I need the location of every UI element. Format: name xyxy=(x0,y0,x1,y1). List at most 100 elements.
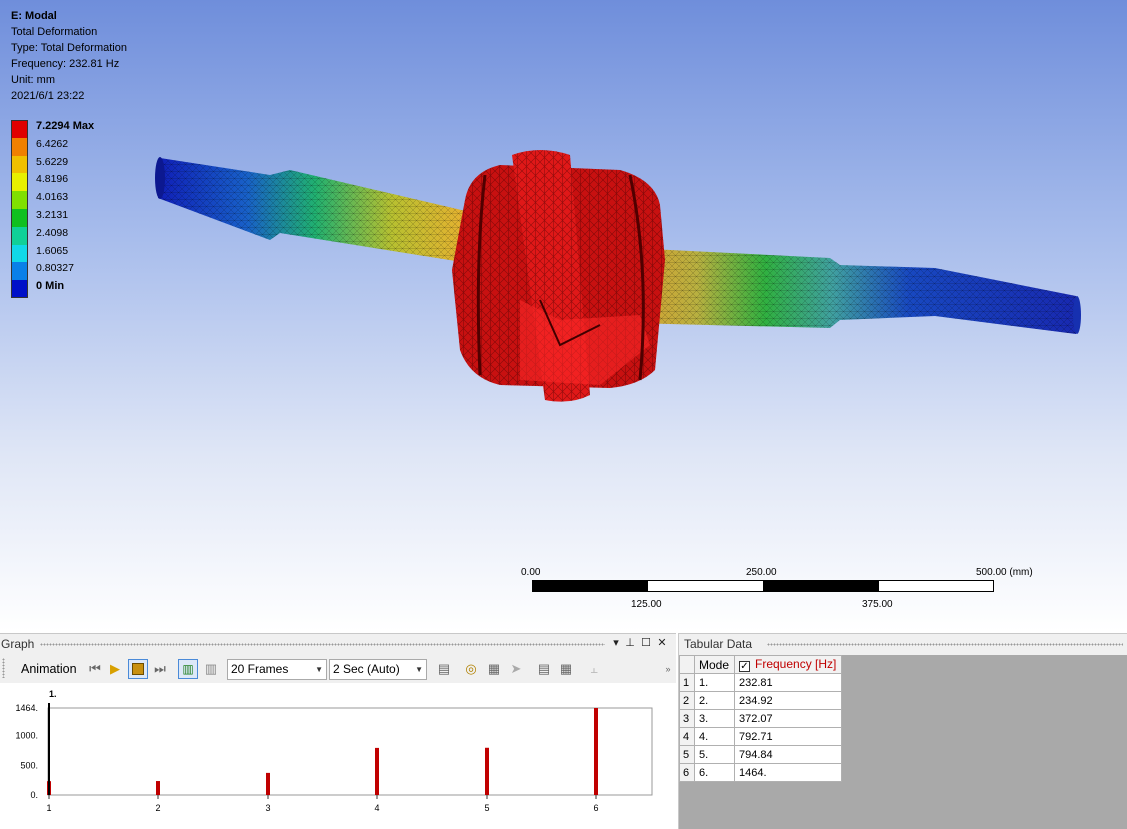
scale-label-0: 0.00 xyxy=(521,567,541,578)
plot-area xyxy=(47,707,653,796)
table-row[interactable]: 3 3. 372.07 xyxy=(679,709,842,728)
corner-cell[interactable] xyxy=(679,655,695,674)
fft-icon[interactable]: ⫠ xyxy=(586,661,602,677)
column-checkbox[interactable]: ✓ xyxy=(739,661,750,672)
frequency-cell[interactable]: 372.07 xyxy=(734,709,842,728)
toolbar-overflow-icon[interactable]: » xyxy=(660,661,676,677)
mode-frequency-chart[interactable]: 1464. 1000. 500. 0. 1 2 3 4 5 6 1. xyxy=(0,683,676,829)
legend-color-swatch xyxy=(11,137,28,156)
result-info: E: Modal Total Deformation Type: Total D… xyxy=(11,8,127,104)
export-video-icon[interactable]: ▤ xyxy=(436,661,452,677)
frequency-cell[interactable]: 232.81 xyxy=(734,673,842,692)
mode-cell[interactable]: 2. xyxy=(694,691,735,710)
result-frequency: Frequency: 232.81 Hz xyxy=(11,58,120,70)
frequency-table[interactable]: Mode ✓ Frequency [Hz] 1 1. 232.81 2 2. 234.92 3… xyxy=(679,655,842,782)
legend-value: 4.8196 xyxy=(36,173,69,186)
duration-select[interactable]: 2 Sec (Auto) ▼ xyxy=(329,659,427,680)
mode-cell[interactable]: 1. xyxy=(694,673,735,692)
mode-cell[interactable]: 4. xyxy=(694,727,735,746)
legend-value: 5.6229 xyxy=(36,155,69,168)
frequency-table-body: 1 1. 232.81 2 2. 234.92 3 3. 372.07 4 4. 792.71 5 5. 7… xyxy=(679,673,842,782)
tabular-panel-header: Tabular Data xyxy=(679,634,1127,654)
legend-value: 7.2294 Max xyxy=(36,120,95,132)
legend-value: 0 Min xyxy=(36,280,65,293)
mode-cell[interactable]: 5. xyxy=(694,745,735,764)
mode-cell[interactable]: 6. xyxy=(694,763,735,782)
toolbar-grip[interactable] xyxy=(2,658,5,678)
column-header-frequency-label: Frequency [Hz] xyxy=(755,657,837,671)
graph-panel-title: Graph xyxy=(1,637,35,651)
panel-grip[interactable] xyxy=(40,643,605,646)
tabular-data-area: Mode ✓ Frequency [Hz] 1 1. 232.81 2 2. 234.92 3… xyxy=(679,655,1127,829)
column-header-mode[interactable]: Mode xyxy=(694,655,735,674)
frames-select-value: 20 Frames xyxy=(231,662,289,676)
panel-grip[interactable] xyxy=(767,643,1123,646)
scale-label-500: 500.00 (mm) xyxy=(976,567,1033,578)
legend-color-swatch xyxy=(11,226,28,245)
y-tick-label: 0. xyxy=(30,790,38,800)
frequency-bar-chart[interactable]: 1464. 1000. 500. 0. 1 2 3 4 5 6 1. xyxy=(0,683,676,829)
graphics-viewport[interactable]: E: Modal Total Deformation Type: Total D… xyxy=(0,0,1127,631)
duration-select-value: 2 Sec (Auto) xyxy=(333,662,400,676)
legend-value: 6.4262 xyxy=(36,137,69,150)
select-mode-icon[interactable]: ▤ xyxy=(536,661,552,677)
frequency-cell[interactable]: 792.71 xyxy=(734,727,842,746)
chevron-down-icon: ▼ xyxy=(315,665,323,674)
y-tick-label: 1000. xyxy=(15,731,38,741)
legend-color-swatch xyxy=(11,155,28,174)
legend-color-swatch xyxy=(11,280,28,298)
table-row[interactable]: 1 1. 232.81 xyxy=(679,673,842,692)
frequency-bar xyxy=(594,708,598,795)
scale-label-125: 125.00 xyxy=(631,599,662,610)
result-sets-icon[interactable]: ▥ xyxy=(203,661,219,677)
close-icon[interactable]: ✕ xyxy=(656,637,668,650)
panel-menu-icon[interactable]: ▾ xyxy=(610,637,622,650)
frequency-cell[interactable]: 234.92 xyxy=(734,691,842,710)
left-shaft xyxy=(155,157,470,262)
frequency-cell[interactable]: 794.84 xyxy=(734,745,842,764)
animation-label: Animation xyxy=(21,662,77,676)
legend-value: 3.2131 xyxy=(36,208,69,221)
distributed-frames-icon[interactable]: ▥ xyxy=(178,659,198,679)
table-row[interactable]: 2 2. 234.92 xyxy=(679,691,842,710)
grid-icon[interactable]: ▦ xyxy=(486,661,502,677)
table-row[interactable]: 6 6. 1464. xyxy=(679,763,842,782)
row-number-cell[interactable]: 2 xyxy=(679,691,695,710)
legend-color-swatch xyxy=(11,244,28,263)
stop-icon[interactable] xyxy=(128,659,148,679)
deformed-shaft-model[interactable] xyxy=(0,0,1127,631)
tabular-panel-title: Tabular Data xyxy=(684,637,753,651)
play-icon[interactable]: ▶ xyxy=(107,661,123,677)
frequency-bar xyxy=(375,747,379,795)
pan-icon[interactable]: ➤ xyxy=(508,661,524,677)
frames-select[interactable]: 20 Frames ▼ xyxy=(227,659,327,680)
table-row[interactable]: 5 5. 794.84 xyxy=(679,745,842,764)
row-number-cell[interactable]: 5 xyxy=(679,745,695,764)
result-type: Type: Total Deformation xyxy=(11,42,127,54)
zoom-to-fit-icon[interactable]: ◎ xyxy=(463,661,479,677)
frequency-bar xyxy=(266,772,270,795)
row-number-cell[interactable]: 3 xyxy=(679,709,695,728)
frequency-cell[interactable]: 1464. xyxy=(734,763,842,782)
result-name: Total Deformation xyxy=(11,26,98,38)
row-number-cell[interactable]: 6 xyxy=(679,763,695,782)
table-row[interactable]: 4 4. 792.71 xyxy=(679,727,842,746)
row-number-cell[interactable]: 1 xyxy=(679,673,695,692)
legend-color-swatch xyxy=(11,208,28,227)
mode-cell[interactable]: 3. xyxy=(694,709,735,728)
row-number-cell[interactable]: 4 xyxy=(679,727,695,746)
next-frame-icon[interactable]: ⏭ xyxy=(152,661,168,677)
graph-panel-header: Graph ▾ ⊥ ☐ ✕ xyxy=(0,634,676,654)
previous-frame-icon[interactable]: ⏮ xyxy=(87,661,103,677)
current-mode-label: 1. xyxy=(49,689,57,699)
legend-value: 4.0163 xyxy=(36,191,69,204)
scale-bar: 0.00 250.00 500.00 (mm) 125.00 375.00 xyxy=(520,564,1033,614)
select-all-icon[interactable]: ▦ xyxy=(558,661,574,677)
column-header-frequency[interactable]: ✓ Frequency [Hz] xyxy=(734,655,842,674)
pin-icon[interactable]: ⊥ xyxy=(624,637,636,650)
animation-toolbar: Animation ⏮ ▶ ⏭ ▥ ▥ 20 Frames ▼ 2 Sec (Au… xyxy=(0,655,676,683)
maximize-icon[interactable]: ☐ xyxy=(640,637,652,650)
scale-label-375: 375.00 xyxy=(862,599,893,610)
result-datetime: 2021/6/1 23:22 xyxy=(11,90,85,102)
frequency-bar xyxy=(156,781,160,795)
